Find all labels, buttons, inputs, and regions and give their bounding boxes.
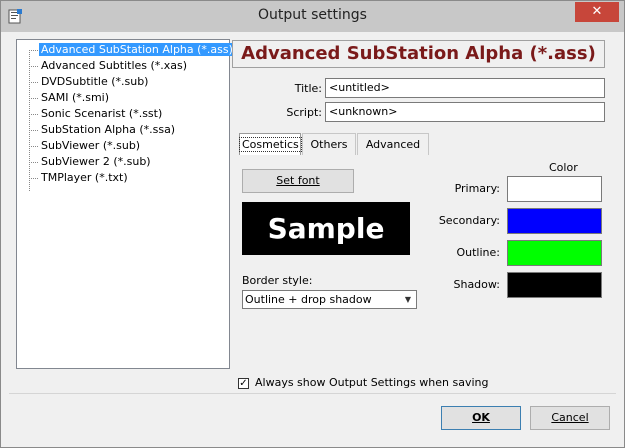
ok-button[interactable]: OK	[441, 406, 521, 430]
title-label: Title:	[294, 82, 322, 95]
format-tree-item[interactable]: DVDSubtitle (*.sub)	[29, 74, 150, 90]
format-tree-item[interactable]: SubViewer 2 (*.sub)	[29, 154, 153, 170]
font-sample-preview: Sample	[242, 202, 410, 255]
format-tree-item[interactable]: Advanced Subtitles (*.xas)	[29, 58, 189, 74]
script-input[interactable]: <unknown>	[325, 102, 605, 122]
format-tree-item-label: Advanced Subtitles (*.xas)	[41, 59, 188, 72]
set-font-button[interactable]: Set font	[242, 169, 354, 193]
format-tree-item[interactable]: SubViewer (*.sub)	[29, 138, 142, 154]
shadow-color-label: Shadow:	[453, 278, 500, 291]
primary-color-label: Primary:	[454, 182, 500, 195]
close-button[interactable]: ✕	[575, 2, 619, 22]
border-style-label: Border style:	[242, 274, 313, 287]
format-tree-item-label: DVDSubtitle (*.sub)	[41, 75, 149, 88]
outline-color-label: Outline:	[456, 246, 500, 259]
window-title: Output settings	[258, 7, 367, 23]
format-tree-item-label: SAMI (*.smi)	[41, 91, 110, 104]
format-tree-item[interactable]: Sonic Scenarist (*.sst)	[29, 106, 164, 122]
format-tree-item[interactable]: Advanced SubStation Alpha (*.ass)	[29, 42, 235, 58]
format-tree[interactable]: Advanced SubStation Alpha (*.ass) Advance…	[16, 39, 235, 369]
always-show-checkbox[interactable]: ✓	[238, 378, 249, 389]
tab-cosmetics[interactable]: Cosmetics	[239, 133, 302, 155]
format-tree-item-label: SubStation Alpha (*.ssa)	[41, 123, 176, 136]
border-style-value: Outline + drop shadow	[245, 293, 372, 306]
format-tree-item-label: Advanced SubStation Alpha (*.ass)	[39, 43, 235, 56]
format-tree-item[interactable]: TMPlayer (*.txt)	[29, 170, 130, 186]
output-settings-window: Output settings ✕ Advanced SubStation Al…	[0, 0, 625, 448]
border-style-select[interactable]: Outline + drop shadow ▼	[242, 290, 417, 309]
color-heading: Color	[549, 161, 578, 174]
title-bar[interactable]: Output settings ✕	[1, 1, 624, 32]
dialog-body: Advanced SubStation Alpha (*.ass) Advance…	[9, 32, 616, 441]
format-tree-item[interactable]: SAMI (*.smi)	[29, 90, 111, 106]
tab-others[interactable]: Others	[302, 133, 356, 155]
shadow-color-swatch[interactable]	[507, 272, 602, 298]
format-tree-item-label: Sonic Scenarist (*.sst)	[41, 107, 163, 120]
format-title: Advanced SubStation Alpha (*.ass)	[232, 40, 605, 68]
script-label: Script:	[286, 106, 322, 119]
always-show-label[interactable]: Always show Output Settings when saving	[255, 376, 489, 389]
secondary-color-label: Secondary:	[438, 214, 500, 227]
outline-color-swatch[interactable]	[507, 240, 602, 266]
primary-color-swatch[interactable]	[507, 176, 602, 202]
cancel-button[interactable]: Cancel	[530, 406, 610, 430]
title-input[interactable]: <untitled>	[325, 78, 605, 98]
button-separator	[9, 393, 616, 394]
tab-advanced[interactable]: Advanced	[357, 133, 429, 155]
dropdown-arrow-icon: ▼	[404, 295, 412, 304]
format-tree-item[interactable]: SubStation Alpha (*.ssa)	[29, 122, 177, 138]
format-tree-item-label: TMPlayer (*.txt)	[41, 171, 128, 184]
format-tree-item-label: SubViewer (*.sub)	[41, 139, 141, 152]
format-tree-item-label: SubViewer 2 (*.sub)	[41, 155, 151, 168]
secondary-color-swatch[interactable]	[507, 208, 602, 234]
